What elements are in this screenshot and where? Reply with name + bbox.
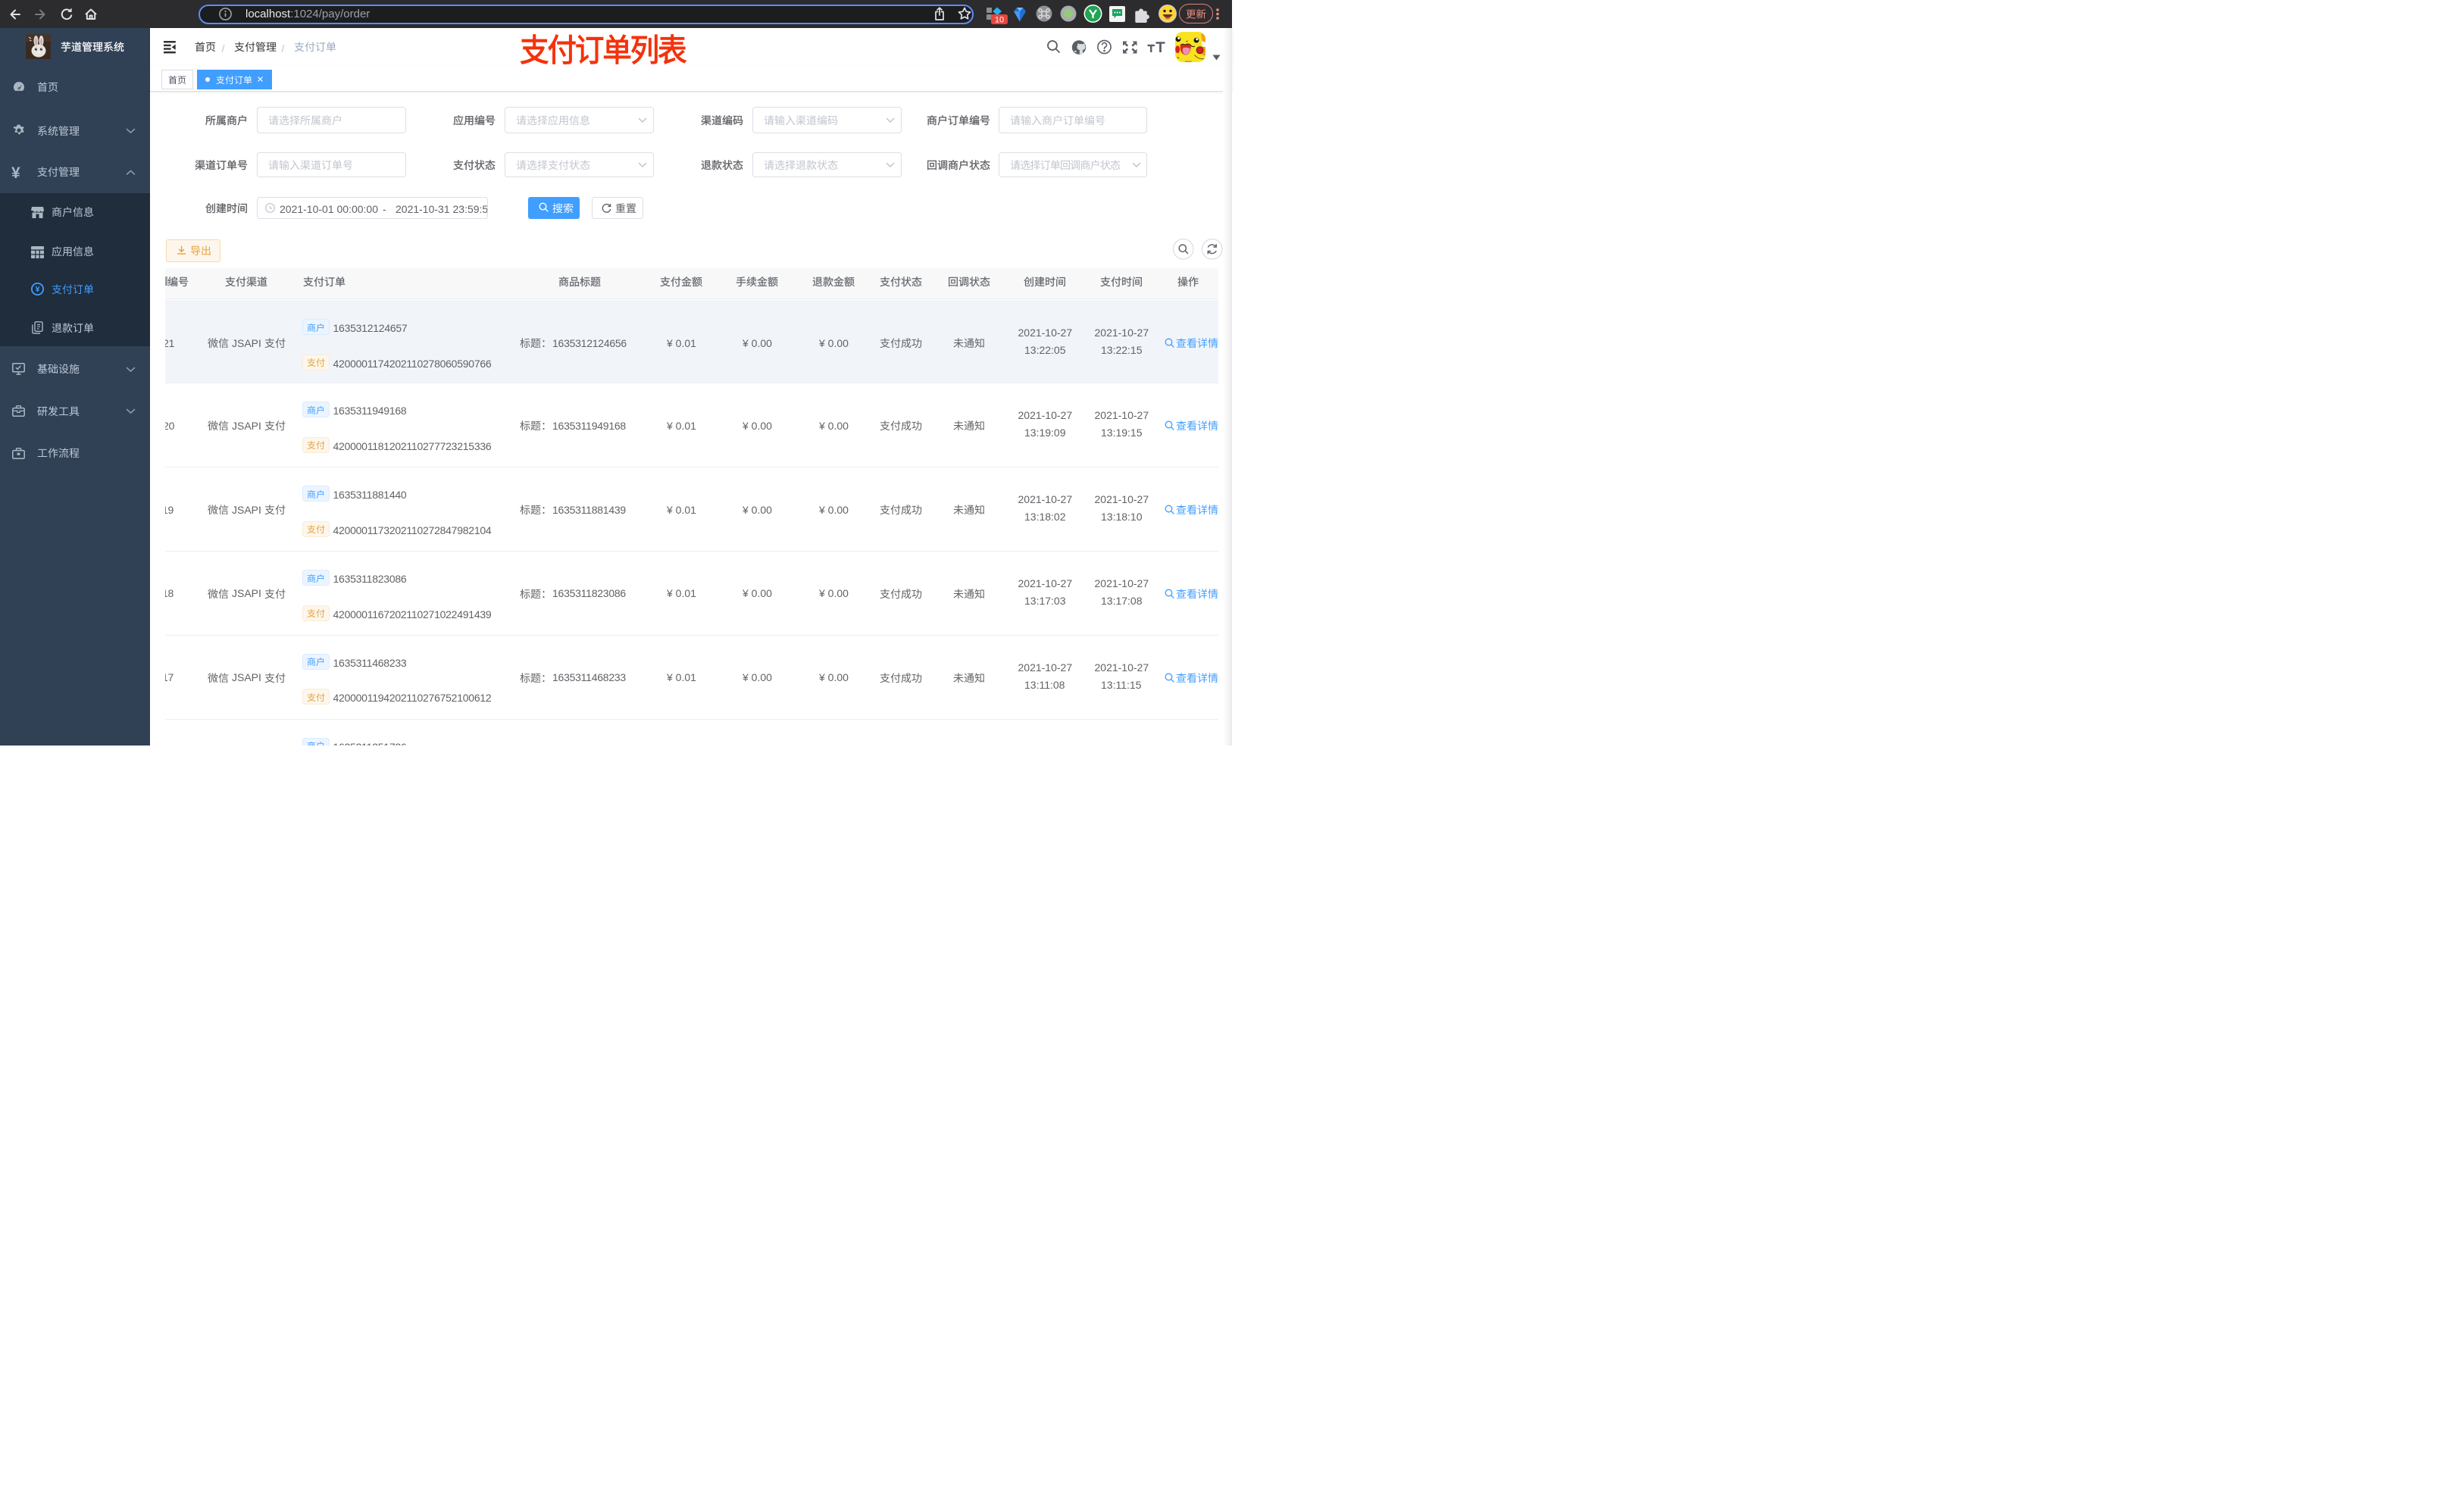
svg-text:10: 10 [995,16,1004,25]
svg-text:¥: ¥ [36,285,40,294]
